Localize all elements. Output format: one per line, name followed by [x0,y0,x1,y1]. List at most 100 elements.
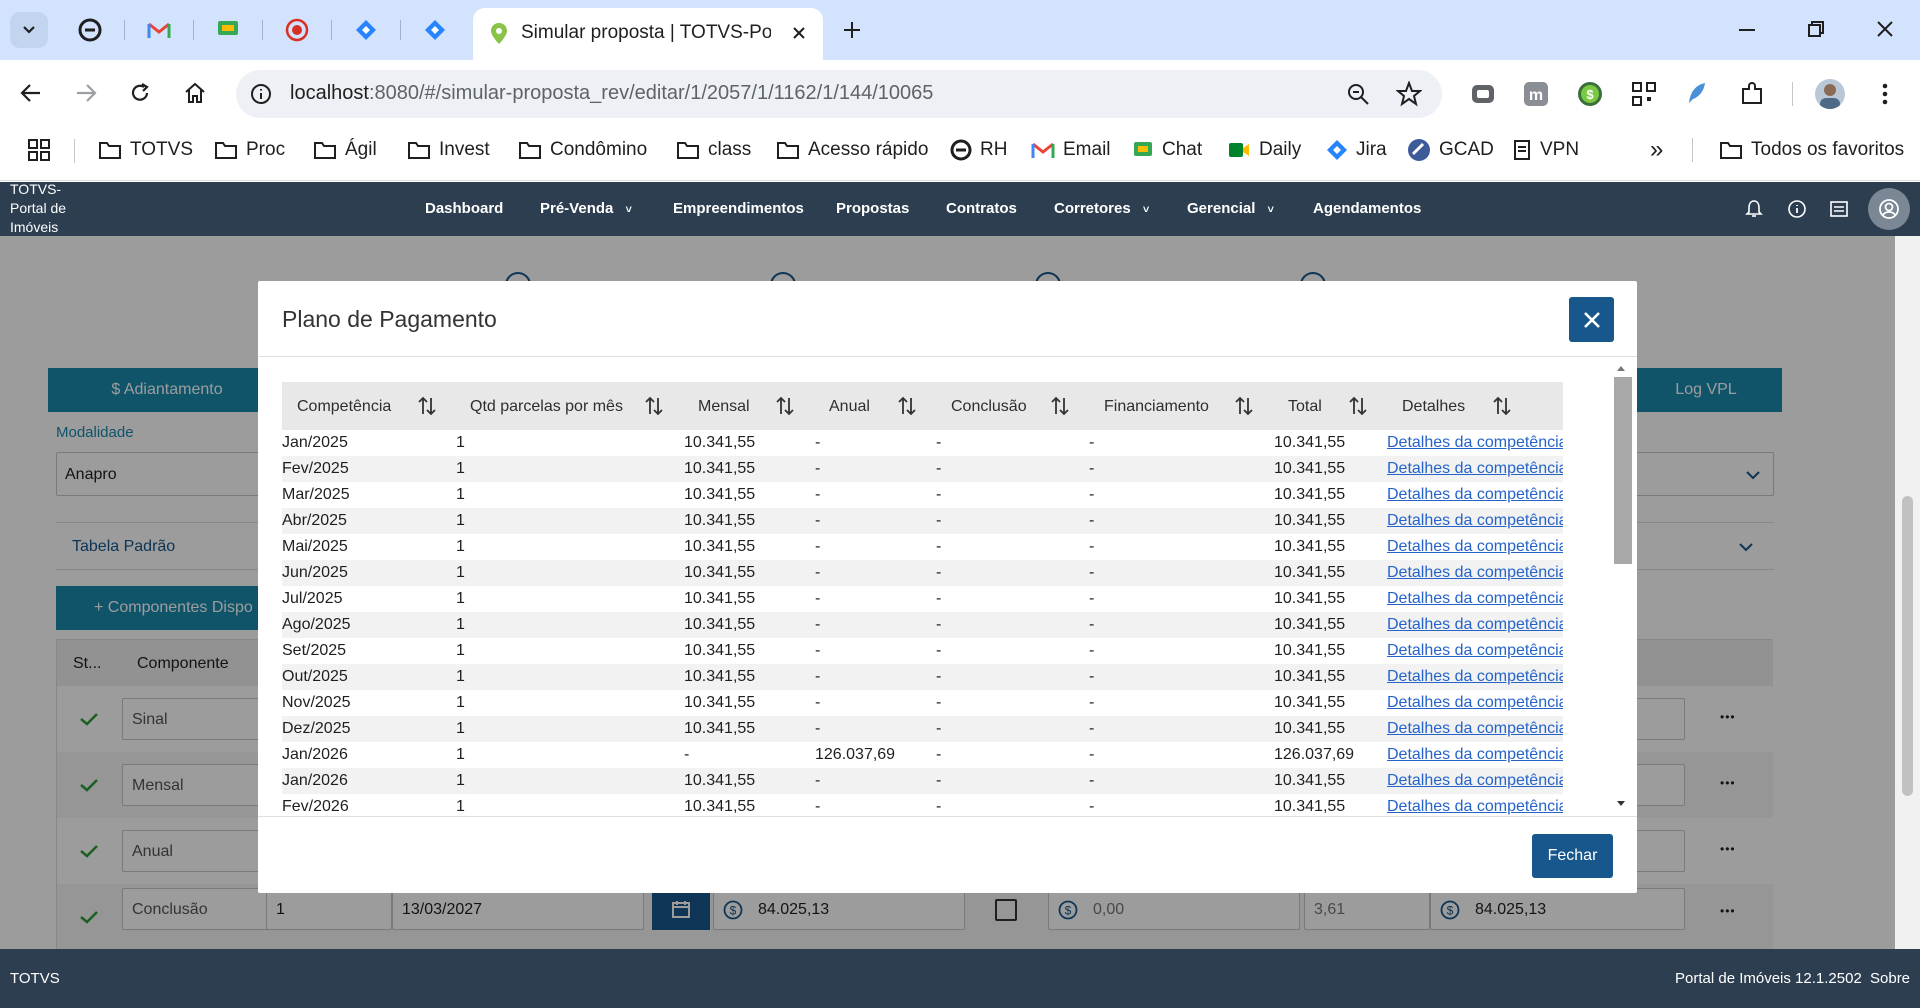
bookmark-invest[interactable]: Invest [407,136,490,164]
sort-icon[interactable] [418,395,436,417]
tab-favicon-jira-2[interactable] [419,14,451,46]
cell-detalhes-link[interactable]: Detalhes da competência [1387,642,1563,660]
bookmark-all[interactable]: Todos os favoritos [1719,136,1904,164]
column-header-competencia[interactable]: Competência [297,398,391,416]
zoom-icon[interactable] [1346,82,1370,106]
tab-search-button[interactable] [10,12,48,48]
new-tab-icon[interactable] [842,20,862,40]
modal-scrollbar-thumb[interactable] [1614,377,1632,564]
page-scrollbar-thumb[interactable] [1902,496,1913,796]
cell-detalhes-link[interactable]: Detalhes da competência [1387,512,1563,530]
bookmark-gcad[interactable]: GCAD [1407,136,1494,164]
apps-grid-icon[interactable] [28,139,50,161]
bookmark-chat[interactable]: Chat [1132,136,1202,164]
active-tab[interactable]: Simular proposta | TOTVS-Portal de Imóve… [473,8,823,60]
cell-detalhes-link[interactable]: Detalhes da competência [1387,772,1563,790]
site-info-icon[interactable] [250,83,272,105]
footer-about-link[interactable]: Sobre [1870,970,1910,987]
reload-icon[interactable] [129,82,151,104]
info-icon[interactable] [1787,199,1807,219]
bell-icon[interactable] [1744,199,1764,219]
bookmark-email[interactable]: Email [1031,136,1111,164]
extension-dollar-icon[interactable]: $ [1577,81,1603,107]
scroll-up-icon[interactable] [1615,363,1627,373]
cell-detalhes-link[interactable]: Detalhes da competência [1387,668,1563,686]
column-header-qtd[interactable]: Qtd parcelas por mês [470,398,623,416]
sort-icon[interactable] [1235,395,1253,417]
app-logo[interactable]: TOTVS- Portal de Imóveis [10,180,66,237]
bookmark-agil[interactable]: Ágil [313,136,377,164]
qr-code-icon[interactable] [1631,81,1657,107]
nav-dashboard[interactable]: Dashboard [425,200,503,217]
bookmark-vpn[interactable]: VPN [1512,136,1579,164]
bookmarks-overflow[interactable]: » [1650,136,1663,164]
extension-m-icon[interactable]: m [1523,81,1549,107]
tab-favicon-gmail[interactable] [143,14,175,46]
modal-scrollbar[interactable] [1612,363,1632,811]
cell-detalhes-link[interactable]: Detalhes da competência [1387,694,1563,712]
column-header-anual[interactable]: Anual [829,398,870,416]
sort-icon[interactable] [1493,395,1511,417]
cell-detalhes-link[interactable]: Detalhes da competência [1387,564,1563,582]
user-avatar[interactable] [1868,188,1910,230]
bookmark-jira[interactable]: Jira [1326,136,1387,164]
nav-agendamentos[interactable]: Agendamentos [1313,200,1421,217]
extension-icon-1[interactable] [1470,81,1496,107]
nav-gerencial[interactable]: Gerencial ˅ [1187,200,1274,217]
close-tab-icon[interactable] [791,25,807,41]
cell-detalhes-link[interactable]: Detalhes da competência [1387,616,1563,634]
list-icon[interactable] [1829,200,1849,218]
tab-favicon-1[interactable] [74,14,106,46]
nav-pre-venda[interactable]: Pré-Venda ˅ [540,200,632,217]
nav-corretores[interactable]: Corretores ˅ [1054,200,1149,217]
bookmark-acesso-rapido[interactable]: Acesso rápido [776,136,928,164]
cell-detalhes-link[interactable]: Detalhes da competência [1387,746,1563,764]
scroll-down-icon[interactable] [1615,799,1627,809]
close-window-icon[interactable] [1876,20,1894,38]
forward-icon[interactable] [75,83,97,103]
nav-contratos[interactable]: Contratos [946,200,1017,217]
cell-detalhes-link[interactable]: Detalhes da competência [1387,590,1563,608]
close-modal-button[interactable] [1569,297,1614,342]
bookmark-totvs[interactable]: TOTVS [98,136,193,164]
bookmark-proc[interactable]: Proc [214,136,285,164]
column-header-mensal[interactable]: Mensal [698,398,750,416]
puzzle-icon[interactable] [1739,81,1765,107]
sort-icon[interactable] [898,395,916,417]
nav-empreendimentos[interactable]: Empreendimentos [673,200,804,217]
star-icon[interactable] [1396,81,1422,107]
cell-detalhes-link[interactable]: Detalhes da competência [1387,720,1563,738]
cell-detalhes-link[interactable]: Detalhes da competência [1387,486,1563,504]
column-header-detalhes[interactable]: Detalhes [1402,398,1465,416]
sort-icon[interactable] [1349,395,1367,417]
bookmark-condomino[interactable]: Condômino [518,136,647,164]
tab-favicon-record[interactable] [281,14,313,46]
column-header-financiamento[interactable]: Financiamento [1104,398,1209,416]
page-scrollbar[interactable] [1895,236,1920,949]
column-header-conclusao[interactable]: Conclusão [951,398,1027,416]
cell-conclusao: - [936,720,942,737]
column-header-total[interactable]: Total [1288,398,1322,416]
cell-detalhes-link[interactable]: Detalhes da competência [1387,460,1563,478]
profile-avatar[interactable] [1815,79,1845,109]
sort-icon[interactable] [645,395,663,417]
browser-menu-icon[interactable] [1880,81,1890,107]
fechar-button[interactable]: Fechar [1532,834,1613,878]
bookmark-class[interactable]: class [676,136,751,164]
extension-feather-icon[interactable] [1685,81,1711,107]
minimize-icon[interactable] [1738,28,1756,32]
cell-detalhes-link[interactable]: Detalhes da competência [1387,538,1563,556]
cell-detalhes-link[interactable]: Detalhes da competência [1387,434,1563,452]
restore-icon[interactable] [1807,20,1825,38]
tab-favicon-chat[interactable] [212,14,244,46]
bookmark-daily[interactable]: Daily [1227,136,1301,164]
cell-detalhes-link[interactable]: Detalhes da competência [1387,798,1563,816]
home-icon[interactable] [183,81,207,105]
back-icon[interactable] [20,83,42,103]
nav-propostas[interactable]: Propostas [836,200,909,217]
tab-favicon-jira-1[interactable] [350,14,382,46]
bookmark-rh[interactable]: RH [950,136,1007,164]
address-bar[interactable]: localhost:8080/#/simular-proposta_rev/ed… [236,70,1442,118]
sort-icon[interactable] [776,395,794,417]
sort-icon[interactable] [1051,395,1069,417]
